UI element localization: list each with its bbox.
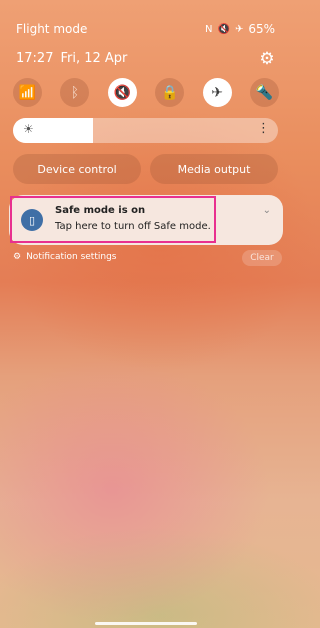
rotation-lock-icon[interactable]: 🔒 [155, 78, 185, 107]
gear-icon[interactable]: ⚙ [257, 49, 277, 69]
time-text: 17:27 [16, 51, 54, 66]
notification-settings-label: Notification settings [26, 252, 117, 262]
gear-small-icon: ⚙ [13, 252, 22, 262]
airplane-mode-icon[interactable]: ✈ [202, 78, 232, 107]
notification-settings-link[interactable]: ⚙ Notification settings [13, 252, 116, 262]
battery-text: 65% [248, 22, 275, 36]
status-mode-text: Flight mode [16, 22, 88, 36]
flashlight-icon[interactable]: 🔦 [249, 78, 279, 107]
chevron-down-icon[interactable]: ⌄ [263, 205, 271, 216]
brightness-slider[interactable]: ☀ ⋮ [13, 118, 278, 143]
nfc-icon: N [205, 23, 213, 35]
sun-icon: ☀ [23, 122, 34, 136]
date-text: Fri, 12 Apr [60, 51, 128, 66]
status-icons: N 🔇 ✈ 65% [205, 22, 275, 36]
device-control-button[interactable]: Device control [13, 154, 141, 184]
time-date: 17:27 Fri, 12 Apr [16, 51, 127, 66]
mute-icon: 🔇 [217, 23, 230, 35]
airplane-icon: ✈ [234, 23, 244, 35]
sound-mute-icon[interactable]: 🔇 [107, 78, 137, 107]
highlight-box [10, 196, 216, 243]
clear-button[interactable]: Clear [242, 250, 282, 266]
more-options-icon[interactable]: ⋮ [257, 121, 270, 136]
bluetooth-icon[interactable]: ᛒ [60, 78, 90, 107]
wifi-icon[interactable]: 📶 [13, 78, 42, 107]
media-output-button[interactable]: Media output [150, 154, 278, 184]
nav-handle[interactable] [95, 622, 197, 625]
quick-tiles: 📶 ᛒ 🔇 🔒 ✈ 🔦 [13, 78, 279, 107]
